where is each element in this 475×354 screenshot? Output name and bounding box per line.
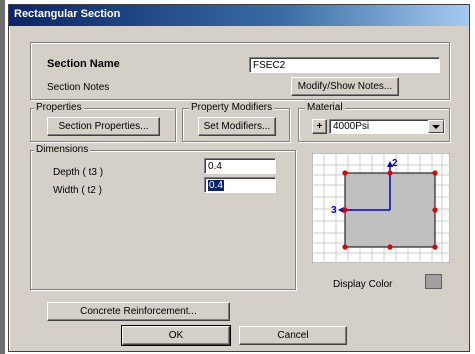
section-notes-label: Section Notes xyxy=(47,82,110,93)
display-color-label: Display Color xyxy=(333,279,393,290)
width-label: Width ( t2 ) xyxy=(53,185,102,196)
ok-button[interactable]: OK xyxy=(121,325,231,346)
edge-midpoint xyxy=(387,170,393,176)
depth-input[interactable]: 0.4 xyxy=(204,158,276,174)
material-selected-value: 4000Psi xyxy=(333,121,370,132)
width-value-selected: 0.4 xyxy=(208,180,224,191)
edge-midpoint xyxy=(387,244,393,250)
section-name-label: Section Name xyxy=(47,58,120,70)
display-color-swatch[interactable] xyxy=(425,274,442,289)
corner-point xyxy=(432,170,438,176)
set-modifiers-button[interactable]: Set Modifiers... xyxy=(198,117,276,136)
edge-midpoint xyxy=(342,207,348,213)
material-group-label: Material xyxy=(305,102,345,113)
cancel-button[interactable]: Cancel xyxy=(239,326,347,345)
section-properties-button[interactable]: Section Properties... xyxy=(47,117,160,136)
corner-point xyxy=(342,170,348,176)
dimensions-group-label: Dimensions xyxy=(34,144,91,155)
window-title: Rectangular Section xyxy=(14,8,121,20)
axis-3-label: 3 xyxy=(331,205,337,216)
background-strip xyxy=(0,0,5,354)
property-modifiers-group-label: Property Modifiers xyxy=(189,102,275,113)
section-name-input[interactable]: FSEC2 xyxy=(249,57,440,73)
edge-midpoint xyxy=(432,207,438,213)
width-input[interactable]: 0.4 xyxy=(204,177,276,193)
modify-show-notes-button[interactable]: Modify/Show Notes... xyxy=(291,77,399,96)
depth-label: Depth ( t3 ) xyxy=(53,167,104,178)
concrete-reinforcement-button[interactable]: Concrete Reinforcement... xyxy=(47,302,230,321)
axis-2-label: 2 xyxy=(392,158,398,169)
section-preview: 2 3 xyxy=(312,153,450,263)
corner-point xyxy=(342,244,348,250)
add-material-button[interactable]: + xyxy=(312,119,327,134)
chevron-down-icon xyxy=(432,125,440,129)
material-dropdown-arrow[interactable] xyxy=(428,120,444,133)
properties-group-label: Properties xyxy=(34,102,84,113)
corner-point xyxy=(432,244,438,250)
